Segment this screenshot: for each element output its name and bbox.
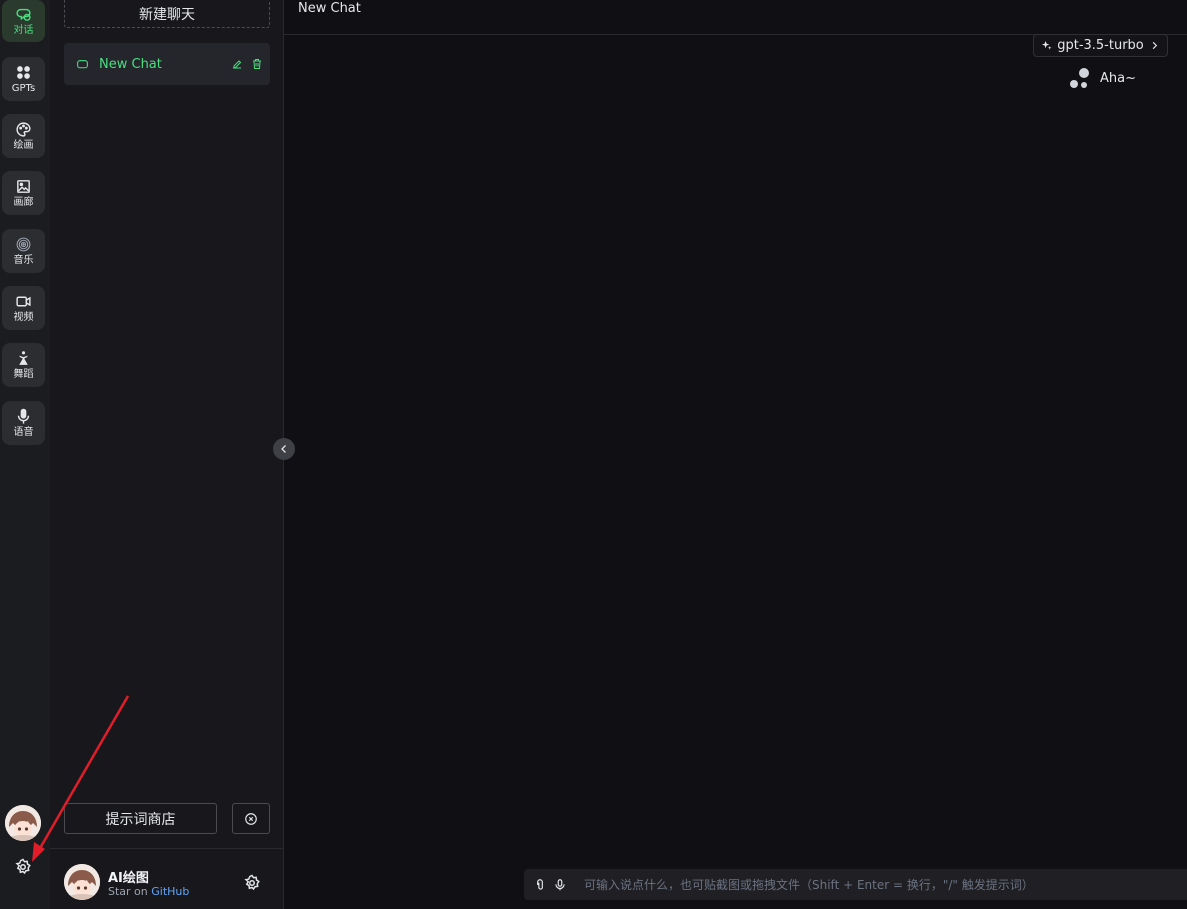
attach-button[interactable] [532, 877, 548, 893]
user-name: AI绘图 [108, 871, 149, 886]
settings-button[interactable] [13, 857, 33, 877]
rail-item-label: 视频 [13, 311, 34, 323]
rail-item-gallery[interactable]: 画廊 [2, 171, 45, 215]
music-icon [16, 237, 31, 251]
palette-icon [16, 121, 31, 137]
rail-item-dance[interactable]: 舞蹈 [2, 343, 45, 387]
assistant-name: Aha~ [1100, 70, 1136, 86]
voice-input-button[interactable] [552, 877, 568, 893]
rail-item-voice[interactable]: 语音 [2, 401, 45, 445]
rail-item-video[interactable]: 视频 [2, 286, 45, 330]
chevron-left-icon [281, 445, 286, 453]
delete-button[interactable] [250, 57, 264, 71]
chat-sidebar: 新建聊天 New Chat 提示词商店 AI绘图 Star on GitHub [50, 0, 284, 909]
rail-item-label: GPTs [11, 82, 36, 94]
model-selector[interactable]: gpt-3.5-turbo [1033, 34, 1168, 57]
chat-bubble-icon [77, 59, 88, 68]
paperclip-icon [537, 878, 543, 890]
prompt-store-button[interactable]: 提示词商店 [64, 803, 217, 834]
video-icon [16, 296, 31, 306]
app-rail: 对话 GPTs 绘画 画廊 音乐 视频 舞蹈 语音 [0, 0, 50, 909]
grid-icon [17, 65, 30, 79]
user-subtitle-prefix: Star on [108, 885, 148, 898]
image-icon [17, 179, 30, 193]
gear-icon [244, 874, 260, 891]
chat-header: New Chat [284, 0, 1187, 35]
microphone-icon [555, 878, 565, 890]
edit-button[interactable] [230, 57, 244, 71]
chat-item-title: New Chat [99, 56, 162, 72]
page-title: New Chat [298, 1, 361, 16]
user-subtitle: Star on GitHub [108, 885, 189, 898]
trash-icon [253, 59, 261, 69]
bubbles-logo-icon [1070, 68, 1089, 88]
list-item[interactable]: New Chat [64, 43, 270, 85]
gear-icon [15, 858, 31, 875]
dance-icon [19, 350, 28, 365]
rail-item-label: 语音 [13, 426, 34, 438]
rail-item-label: 画廊 [13, 196, 34, 208]
assistant-identity: Aha~ [1068, 66, 1136, 90]
rail-item-music[interactable]: 音乐 [2, 229, 45, 273]
message-input[interactable] [572, 869, 1187, 900]
chat-icon [16, 8, 31, 21]
rail-item-label: 绘画 [13, 139, 34, 151]
rail-item-label: 音乐 [13, 254, 34, 266]
collapse-sidebar-button[interactable] [273, 438, 295, 460]
sparkle-icon [1042, 40, 1052, 50]
avatar[interactable] [5, 805, 41, 841]
edit-icon [233, 60, 242, 69]
chevron-right-icon [1152, 41, 1157, 50]
avatar-image [64, 864, 100, 900]
rail-item-label: 舞蹈 [13, 368, 34, 380]
close-circle-icon [245, 812, 257, 825]
clear-button[interactable] [232, 803, 270, 834]
user-panel: AI绘图 Star on GitHub [50, 848, 283, 909]
rail-item-paint[interactable]: 绘画 [2, 114, 45, 158]
model-name: gpt-3.5-turbo [1057, 38, 1144, 53]
new-chat-button[interactable]: 新建聊天 [64, 0, 270, 28]
rail-item-gpts[interactable]: GPTs [2, 57, 45, 101]
rail-item-label: 对话 [13, 24, 34, 36]
message-composer [524, 869, 1187, 900]
microphone-icon [17, 408, 30, 424]
github-link[interactable]: GitHub [151, 885, 189, 898]
avatar-image [5, 805, 41, 841]
rail-item-chat[interactable]: 对话 [2, 0, 45, 42]
avatar[interactable] [64, 864, 100, 900]
user-settings-button[interactable] [242, 873, 262, 893]
